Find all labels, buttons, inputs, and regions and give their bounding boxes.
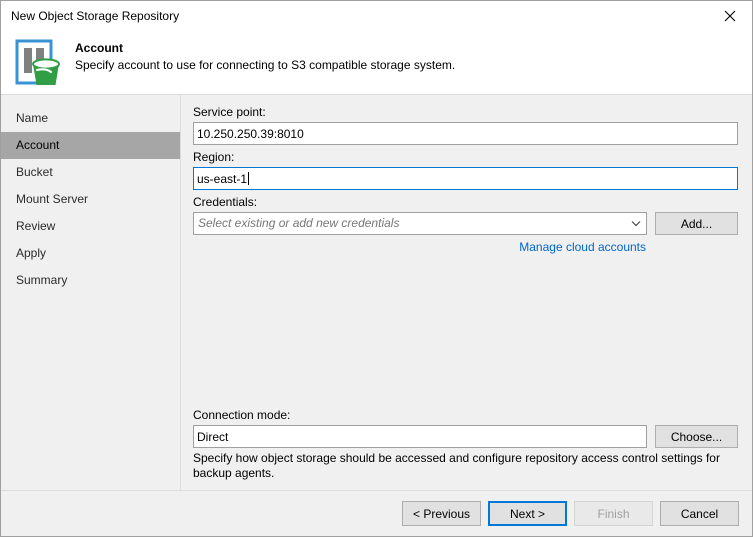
next-button[interactable]: Next > xyxy=(488,501,567,526)
header-subtitle: Specify account to use for connecting to… xyxy=(75,58,456,72)
connection-mode-hint: Specify how object storage should be acc… xyxy=(193,451,720,480)
region-input[interactable] xyxy=(193,167,738,190)
dialog-body: Name Account Bucket Mount Server Review … xyxy=(1,95,752,490)
credentials-row: Select existing or add new credentials A… xyxy=(193,212,738,235)
wizard-step-nav: Name Account Bucket Mount Server Review … xyxy=(1,95,181,490)
sidebar-item-name[interactable]: Name xyxy=(1,105,180,132)
sidebar-item-bucket[interactable]: Bucket xyxy=(1,159,180,186)
close-icon[interactable] xyxy=(707,1,752,31)
connection-mode-input[interactable] xyxy=(193,425,647,448)
sidebar-item-mount-server[interactable]: Mount Server xyxy=(1,186,180,213)
text-cursor xyxy=(248,172,250,185)
credentials-placeholder: Select existing or add new credentials xyxy=(198,216,400,230)
sidebar-item-apply[interactable]: Apply xyxy=(1,240,180,267)
add-credentials-button[interactable]: Add... xyxy=(655,212,738,235)
region-label: Region: xyxy=(193,150,235,164)
form-panel: Service point: Region: Credentials: Sele… xyxy=(181,95,752,490)
object-storage-repository-icon xyxy=(13,37,67,91)
sidebar-item-review[interactable]: Review xyxy=(1,213,180,240)
credentials-label: Credentials: xyxy=(193,195,258,209)
window-title: New Object Storage Repository xyxy=(11,9,180,23)
header-title: Account xyxy=(75,41,123,55)
connection-mode-block: Connection mode: Choose... Specify how o… xyxy=(193,408,738,481)
dialog-footer: < Previous Next > Finish Cancel xyxy=(1,490,752,536)
manage-cloud-accounts-row: Manage cloud accounts xyxy=(193,240,738,254)
title-bar: New Object Storage Repository xyxy=(1,1,752,31)
connection-mode-row: Choose... xyxy=(193,425,738,448)
service-point-label: Service point: xyxy=(193,105,266,119)
sidebar-item-account[interactable]: Account xyxy=(1,132,180,159)
chevron-down-icon[interactable] xyxy=(631,213,641,234)
finish-button: Finish xyxy=(574,501,653,526)
connection-mode-label: Connection mode: xyxy=(193,408,291,422)
dialog-header: Account Specify account to use for conne… xyxy=(1,31,752,95)
dialog-window: New Object Storage Repository Account Sp… xyxy=(0,0,753,537)
credentials-combobox[interactable]: Select existing or add new credentials xyxy=(193,212,647,235)
choose-connection-mode-button[interactable]: Choose... xyxy=(655,425,738,448)
sidebar-item-summary[interactable]: Summary xyxy=(1,267,180,294)
manage-cloud-accounts-link[interactable]: Manage cloud accounts xyxy=(519,240,646,254)
service-point-input[interactable] xyxy=(193,122,738,145)
previous-button[interactable]: < Previous xyxy=(402,501,481,526)
cancel-button[interactable]: Cancel xyxy=(660,501,739,526)
